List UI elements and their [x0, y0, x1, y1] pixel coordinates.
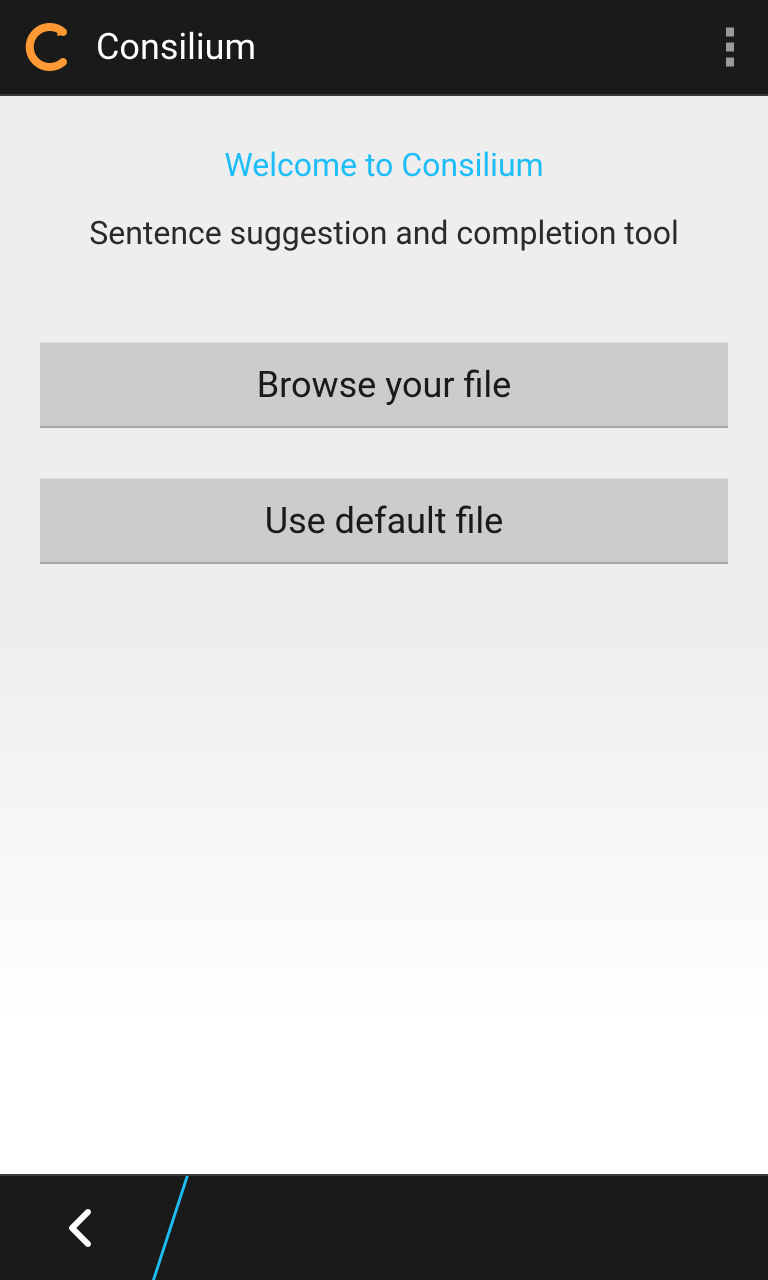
browse-file-button[interactable]: Browse your file [40, 342, 728, 428]
use-default-file-button[interactable]: Use default file [40, 478, 728, 564]
overflow-menu-icon[interactable] [716, 18, 744, 77]
chevron-left-icon [66, 1206, 94, 1250]
nav-bar [0, 1174, 768, 1280]
back-button[interactable] [0, 1176, 160, 1280]
subtitle: Sentence suggestion and completion tool [89, 214, 678, 252]
action-bar: Consilium [0, 0, 768, 96]
welcome-title: Welcome to Consilium [224, 146, 543, 184]
app-icon [20, 19, 76, 75]
main-content: Welcome to Consilium Sentence suggestion… [0, 96, 768, 1174]
app-title: Consilium [96, 26, 256, 68]
